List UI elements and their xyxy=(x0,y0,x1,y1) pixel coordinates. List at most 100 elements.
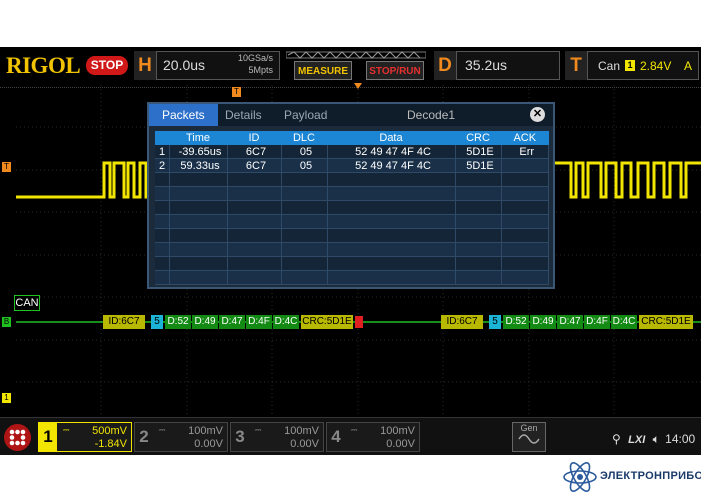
frame-crc-field: CRC:5D1E xyxy=(639,315,693,329)
trigger-box[interactable]: Can 1 2.84V A xyxy=(587,51,699,80)
close-icon[interactable]: ✕ xyxy=(530,107,545,122)
table-cell xyxy=(155,242,170,257)
channel-offset: 0.00V xyxy=(194,438,223,450)
table-header: Time ID DLC Data CRC ACK xyxy=(155,131,549,145)
table-cell xyxy=(501,172,549,187)
channel-offset: 0.00V xyxy=(290,438,319,450)
table-row xyxy=(155,186,549,201)
trigger-label[interactable]: T xyxy=(565,51,587,80)
table-cell xyxy=(281,242,328,257)
measure-button[interactable]: MEASURE xyxy=(294,61,352,80)
bus-ground-marker[interactable]: B xyxy=(2,317,11,327)
table-cell xyxy=(501,242,549,257)
stop-run-button[interactable]: STOP/RUN xyxy=(366,61,424,80)
ch1-ground-marker[interactable]: 1 xyxy=(2,393,11,403)
cell-dlc: 05 xyxy=(281,158,328,173)
frame-data-field: D:49 xyxy=(192,315,218,329)
channel-2-box[interactable]: 2 ⎓ 100mV 0.00V xyxy=(134,422,228,452)
bottom-bar: 1 ⎓ 500mV -1.84V 2 ⎓ 100mV 0.00V 3 ⎓ 100… xyxy=(0,417,701,455)
table-cell xyxy=(281,214,328,229)
table-cell xyxy=(169,200,228,215)
column-header[interactable]: ID xyxy=(227,131,281,145)
cell-data: 52 49 47 4F 4C xyxy=(327,145,456,159)
horizontal-label[interactable]: H xyxy=(134,51,156,80)
table-cell xyxy=(227,270,282,285)
table-cell xyxy=(155,200,170,215)
cell-dlc: 05 xyxy=(281,145,328,159)
table-cell xyxy=(155,256,170,271)
table-cell xyxy=(455,214,502,229)
delay-box[interactable]: 35.2us xyxy=(456,51,560,80)
table-cell xyxy=(227,214,282,229)
column-header[interactable]: Data xyxy=(327,131,455,145)
table-cell xyxy=(169,270,228,285)
trigger-level: 2.84V xyxy=(640,59,672,73)
channel-scale: 100mV xyxy=(284,425,319,437)
table-cell xyxy=(327,270,456,285)
column-header[interactable]: Time xyxy=(169,131,227,145)
delay-label[interactable]: D xyxy=(434,51,456,80)
table-row[interactable]: 2 59.33us 6C7 05 52 49 47 4F 4C 5D1E xyxy=(155,158,549,173)
column-header[interactable]: CRC xyxy=(455,131,501,145)
table-cell xyxy=(501,214,549,229)
decode-panel-title: Decode1 xyxy=(407,108,456,122)
menu-icon[interactable] xyxy=(4,424,31,451)
column-header[interactable]: DLC xyxy=(281,131,327,145)
table-row xyxy=(155,242,549,257)
lxi-icon: LXI xyxy=(628,434,646,446)
trigger-source: 1 xyxy=(625,60,635,71)
frame-dlc-field: 5 xyxy=(151,315,163,329)
oscilloscope-screen: RIGOL STOP H 20.0us 10GSa/s 5Mpts MEASUR… xyxy=(0,47,701,455)
table-cell xyxy=(327,172,456,187)
generator-label: Gen xyxy=(520,423,538,433)
table-cell xyxy=(455,172,502,187)
channel-number: 1 xyxy=(39,423,57,451)
channel-3-box[interactable]: 3 ⎓ 100mV 0.00V xyxy=(230,422,324,452)
table-cell xyxy=(327,214,456,229)
table-cell xyxy=(327,242,456,257)
run-state-badge[interactable]: STOP xyxy=(86,56,128,75)
column-header[interactable]: ACK xyxy=(501,131,549,145)
sine-wave-icon xyxy=(518,434,540,444)
cell-data: 52 49 47 4F 4C xyxy=(327,158,456,173)
table-row xyxy=(155,172,549,187)
table-cell xyxy=(455,270,502,285)
table-cell xyxy=(169,214,228,229)
table-row xyxy=(155,270,549,285)
dc-coupling-icon: ⎓ xyxy=(255,425,262,434)
packets-table: Time ID DLC Data CRC ACK 1 -39.65us 6C7 … xyxy=(155,131,549,285)
horizontal-box[interactable]: 20.0us 10GSa/s 5Mpts xyxy=(156,51,280,80)
frame-id-field: ID:6C7 xyxy=(103,315,145,329)
rigol-logo: RIGOL xyxy=(6,53,81,78)
dc-coupling-icon: ⎓ xyxy=(63,425,70,434)
generator-button[interactable]: Gen xyxy=(512,422,546,452)
table-cell xyxy=(501,200,549,215)
frame-data-field: D:47 xyxy=(219,315,245,329)
frame-id-field: ID:6C7 xyxy=(441,315,483,329)
dc-coupling-icon: ⎓ xyxy=(159,425,166,434)
tab-details[interactable]: Details xyxy=(225,104,262,126)
memory-position-bar xyxy=(286,51,426,59)
table-cell xyxy=(281,200,328,215)
table-cell xyxy=(455,242,502,257)
trigger-level-marker[interactable]: T xyxy=(2,162,11,172)
table-cell xyxy=(169,172,228,187)
tab-payload[interactable]: Payload xyxy=(284,104,327,126)
table-cell xyxy=(169,186,228,201)
column-header xyxy=(155,131,169,145)
table-cell xyxy=(227,186,282,201)
table-cell xyxy=(227,228,282,243)
table-cell xyxy=(455,228,502,243)
channel-1-box[interactable]: 1 ⎓ 500mV -1.84V xyxy=(38,422,132,452)
table-row[interactable]: 1 -39.65us 6C7 05 52 49 47 4F 4C 5D1E Er… xyxy=(155,145,549,159)
usb-icon: ⚲ xyxy=(612,432,621,446)
channel-4-box[interactable]: 4 ⎓ 100mV 0.00V xyxy=(326,422,420,452)
table-row xyxy=(155,214,549,229)
table-row xyxy=(155,200,549,215)
tab-packets[interactable]: Packets xyxy=(149,104,218,126)
channel-offset: -1.84V xyxy=(94,438,127,450)
speaker-icon[interactable]: 🔈︎ xyxy=(653,432,660,446)
cell-crc: 5D1E xyxy=(455,145,502,159)
channel-number: 3 xyxy=(235,427,245,446)
trigger-position-marker[interactable]: T xyxy=(232,87,241,97)
